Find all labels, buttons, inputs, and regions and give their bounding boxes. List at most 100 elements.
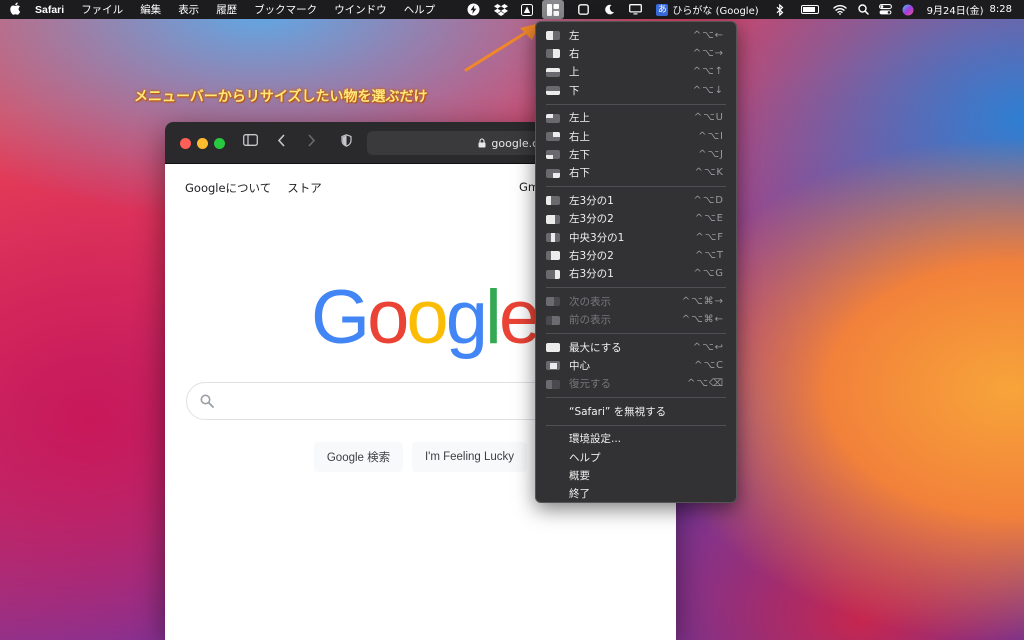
menu-item-center[interactable]: 中心 ^⌥C: [536, 356, 736, 374]
menu-item-shortcut: ^⌥D: [693, 194, 724, 206]
menu-item-shortcut: ^⌥←: [692, 29, 724, 41]
app-name-menu[interactable]: Safari: [35, 4, 64, 16]
last-two-thirds-icon: [546, 251, 560, 261]
menu-item-bottom-half[interactable]: 下 ^⌥↓: [536, 81, 736, 99]
sidebar-toggle-icon[interactable]: [243, 134, 258, 150]
window-square-icon[interactable]: [572, 0, 594, 19]
menu-help[interactable]: ヘルプ: [404, 2, 436, 17]
input-method-label: ひらがな (Google): [672, 6, 759, 17]
menu-item-bottom-right[interactable]: 右下 ^⌥K: [536, 164, 736, 182]
menu-file[interactable]: ファイル: [81, 2, 123, 17]
moon-icon[interactable]: [598, 0, 620, 19]
menu-item-last-two-thirds[interactable]: 右3分の2 ^⌥T: [536, 246, 736, 264]
menu-item-center-third[interactable]: 中央3分の1 ^⌥F: [536, 228, 736, 246]
privacy-shield-icon[interactable]: [341, 134, 352, 151]
logo-letter: g: [445, 275, 488, 360]
menu-item-shortcut: ^⌥E: [694, 213, 724, 225]
menubar-time[interactable]: 8:28: [988, 0, 1024, 19]
menu-item-maximize[interactable]: 最大にする ^⌥↩: [536, 338, 736, 356]
left-half-icon: [546, 31, 560, 40]
back-chevron-icon[interactable]: [277, 134, 286, 151]
battery-icon[interactable]: [795, 0, 825, 19]
menu-item-last-third[interactable]: 右3分の1 ^⌥G: [536, 265, 736, 283]
menu-item-next-display: 次の表示 ^⌥⌘→: [536, 292, 736, 310]
lock-icon: [478, 138, 486, 148]
menu-item-label: ヘルプ: [569, 451, 601, 464]
menu-item-bottom-left[interactable]: 左下 ^⌥J: [536, 145, 736, 163]
menu-item-right-half[interactable]: 右 ^⌥→: [536, 44, 736, 62]
menu-item-label: 左上: [569, 112, 590, 125]
spotlight-search-icon[interactable]: [853, 0, 875, 19]
about-google-link[interactable]: Googleについて: [185, 180, 271, 196]
apple-menu-icon[interactable]: [10, 2, 21, 18]
menu-item-label: 下: [569, 84, 580, 97]
siri-icon[interactable]: [897, 0, 919, 19]
last-third-icon: [546, 269, 560, 279]
menubar-date[interactable]: 9月24日(金): [919, 0, 988, 19]
rectangle-app-icon[interactable]: [542, 0, 565, 19]
input-method-menu[interactable]: あ ひらがな (Google): [650, 0, 764, 19]
menu-separator: [546, 397, 726, 399]
wifi-icon[interactable]: [829, 0, 851, 19]
menu-item-label: “Safari” を無視する: [569, 405, 667, 418]
menu-edit[interactable]: 編集: [140, 2, 161, 17]
menu-item-first-third[interactable]: 左3分の1 ^⌥D: [536, 191, 736, 209]
menu-separator: [546, 103, 726, 105]
menu-item-top-left[interactable]: 左上 ^⌥U: [536, 109, 736, 127]
menu-window[interactable]: ウインドウ: [334, 2, 387, 17]
menu-item-shortcut: ^⌥⌫: [686, 378, 724, 390]
previous-display-icon: [546, 315, 560, 325]
top-half-icon: [546, 67, 560, 77]
menu-item-label: 環境設定...: [569, 433, 622, 446]
bolt-icon[interactable]: [462, 0, 484, 19]
menu-item-action[interactable]: “Safari” を無視する: [536, 402, 736, 420]
logo-letter: o: [367, 275, 409, 360]
menu-item-shortcut: ^⌥U: [693, 112, 724, 124]
control-center-icon[interactable]: [875, 0, 897, 19]
menu-item-label: 最大にする: [569, 341, 622, 354]
menu-item-top-half[interactable]: 上 ^⌥↑: [536, 63, 736, 81]
menu-history[interactable]: 履歴: [216, 2, 237, 17]
menu-separator: [546, 287, 726, 289]
menu-item-shortcut: ^⌥↩: [692, 341, 724, 353]
menu-item-shortcut: ^⌥F: [695, 231, 724, 243]
menu-item-label: 左: [569, 29, 580, 42]
next-display-icon: [546, 297, 560, 307]
menu-item-left-half[interactable]: 左 ^⌥←: [536, 26, 736, 44]
right-half-icon: [546, 49, 560, 59]
first-two-thirds-icon: [546, 214, 560, 224]
menu-item-top-right[interactable]: 右上 ^⌥I: [536, 127, 736, 145]
forward-chevron-icon[interactable]: [307, 134, 316, 151]
menu-item-label: 概要: [569, 469, 590, 482]
menu-item-label: 中心: [569, 359, 590, 372]
menu-item-shortcut: ^⌥K: [694, 167, 724, 179]
logo-letter: e: [498, 275, 541, 360]
zoom-window-button[interactable]: [214, 138, 225, 149]
close-window-button[interactable]: [180, 138, 191, 149]
artstudio-icon[interactable]: [516, 0, 538, 19]
minimize-window-button[interactable]: [197, 138, 208, 149]
menu-item-label: 右下: [569, 167, 590, 180]
menu-item-label: 右3分の1: [569, 268, 614, 281]
menu-item-label: 復元する: [569, 378, 611, 391]
logo-letter: G: [311, 275, 370, 360]
logo-letter: o: [406, 275, 448, 360]
menu-item-action[interactable]: ヘルプ: [536, 448, 736, 466]
bluetooth-icon[interactable]: [769, 0, 791, 19]
menu-item-action[interactable]: 環境設定...: [536, 430, 736, 448]
menu-item-shortcut: ^⌥C: [694, 359, 724, 371]
menu-item-action[interactable]: 概要: [536, 466, 736, 484]
dropbox-icon[interactable]: [490, 0, 512, 19]
center-icon: [546, 361, 560, 371]
menu-item-first-two-thirds[interactable]: 左3分の2 ^⌥E: [536, 210, 736, 228]
google-search-button[interactable]: Google 検索: [314, 442, 403, 472]
menu-bookmarks[interactable]: ブックマーク: [254, 2, 317, 17]
feeling-lucky-button[interactable]: I'm Feeling Lucky: [412, 442, 527, 472]
menu-view[interactable]: 表示: [178, 2, 199, 17]
menu-item-action[interactable]: 終了: [536, 485, 736, 503]
menu-item-shortcut: ^⌥⌘←: [681, 314, 724, 326]
menu-item-label: 前の表示: [569, 314, 611, 327]
store-link[interactable]: ストア: [287, 180, 322, 196]
logo-letter: l: [484, 275, 502, 360]
display-icon[interactable]: [624, 0, 646, 19]
